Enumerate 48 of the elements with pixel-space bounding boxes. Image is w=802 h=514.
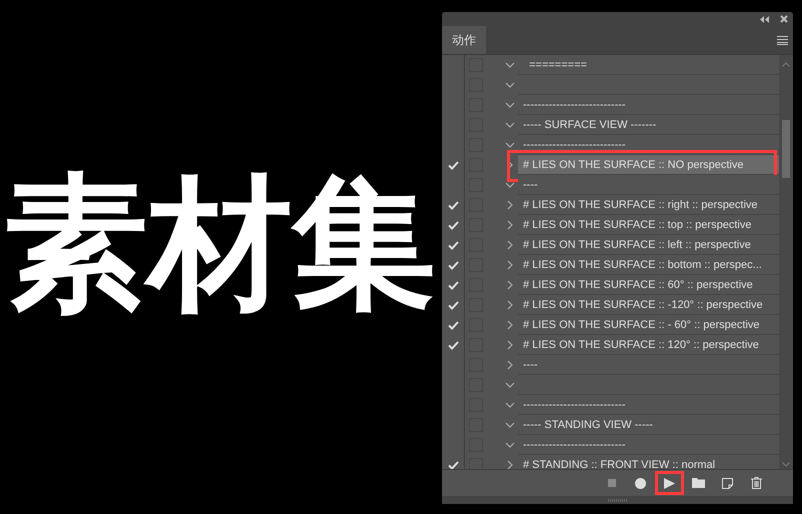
- check-icon[interactable]: [448, 260, 458, 270]
- check-icon[interactable]: [448, 280, 458, 290]
- action-item[interactable]: # LIES ON THE SURFACE :: NO perspective: [518, 155, 779, 175]
- chevron-icon[interactable]: [505, 320, 515, 330]
- check-icon[interactable]: [448, 220, 458, 230]
- scrollbar[interactable]: [779, 55, 793, 469]
- chevron-icon[interactable]: [505, 180, 515, 190]
- scroll-down-icon[interactable]: [782, 462, 790, 467]
- check-icon[interactable]: [448, 200, 458, 210]
- folder-icon[interactable]: [692, 478, 705, 488]
- title-lettering: 素材集: [4, 172, 436, 316]
- chevron-icon[interactable]: [505, 280, 515, 290]
- chevron-icon[interactable]: [505, 460, 515, 469]
- check-icon[interactable]: [448, 320, 458, 330]
- scroll-up-icon[interactable]: [782, 62, 790, 67]
- resize-grip[interactable]: [608, 498, 628, 502]
- action-item[interactable]: ----: [518, 175, 779, 195]
- chevron-icon[interactable]: [505, 220, 515, 230]
- chevron-icon[interactable]: [505, 120, 515, 130]
- chevron-icon[interactable]: [505, 440, 515, 450]
- chevron-icon[interactable]: [505, 240, 515, 250]
- check-icon[interactable]: [448, 240, 458, 250]
- new-item-icon[interactable]: [722, 478, 733, 488]
- record-icon[interactable]: [635, 478, 646, 488]
- check-icon[interactable]: [448, 460, 458, 469]
- check-icon[interactable]: [448, 340, 458, 350]
- close-icon[interactable]: [780, 15, 788, 23]
- chevron-icon[interactable]: [505, 60, 515, 70]
- chevron-icon[interactable]: [505, 380, 515, 390]
- menu-icon[interactable]: [777, 36, 788, 44]
- chevron-icon[interactable]: [505, 100, 515, 110]
- trash-icon[interactable]: [751, 477, 762, 489]
- chevron-icon[interactable]: [505, 300, 515, 310]
- chevron-icon[interactable]: [505, 360, 515, 370]
- chevron-icon[interactable]: [505, 140, 515, 150]
- stop-icon[interactable]: [608, 479, 616, 487]
- scroll-thumb[interactable]: [782, 120, 790, 178]
- chevron-icon[interactable]: [505, 400, 515, 410]
- play-icon[interactable]: [664, 478, 675, 488]
- collapse-icon[interactable]: [760, 16, 770, 22]
- check-icon[interactable]: [448, 300, 458, 310]
- chevron-icon[interactable]: [505, 260, 515, 270]
- chevron-icon[interactable]: [505, 200, 515, 210]
- chevron-icon[interactable]: [505, 420, 515, 430]
- chevron-icon[interactable]: [505, 80, 515, 90]
- chevron-icon[interactable]: [505, 340, 515, 350]
- actions-tab[interactable]: 动作: [442, 26, 486, 54]
- check-icon[interactable]: [448, 160, 458, 170]
